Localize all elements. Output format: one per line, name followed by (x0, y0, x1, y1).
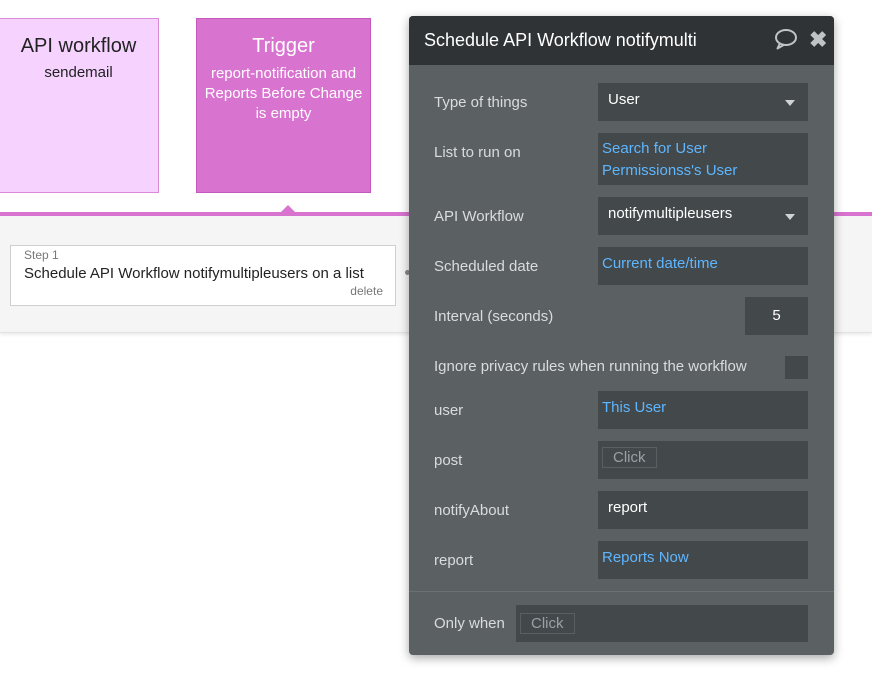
trigger-card[interactable]: Trigger report-notification and Reports … (196, 18, 371, 193)
delete-step-link[interactable]: delete (350, 284, 383, 298)
only-when-field[interactable]: Click (516, 605, 808, 642)
comment-icon[interactable] (774, 28, 798, 56)
step-description: Schedule API Workflow notifymultipleuser… (24, 265, 364, 282)
api-workflow-value: notifymultipleusers (608, 205, 733, 222)
band-notch (280, 205, 296, 213)
step-card[interactable]: Step 1 Schedule API Workflow notifymulti… (10, 245, 396, 306)
notify-about-label: notifyAbout (434, 502, 510, 519)
ignore-privacy-label: Ignore privacy rules when running the wo… (434, 358, 747, 375)
scheduled-date-field[interactable]: Current date/time (598, 247, 808, 285)
interval-label: Interval (seconds) (434, 308, 554, 325)
user-param-field[interactable]: This User (598, 391, 808, 429)
user-param-label: user (434, 402, 464, 419)
notify-about-field[interactable]: report (598, 491, 808, 529)
post-param-field[interactable]: Click (598, 441, 808, 479)
close-icon[interactable]: ✖ (809, 28, 827, 52)
panel-divider (409, 591, 834, 592)
api-workflow-name: sendemail (44, 64, 113, 81)
trigger-condition: report-notification and Reports Before C… (204, 65, 363, 122)
action-property-panel: Schedule API Workflow notifymultipleuser… (409, 16, 834, 655)
chevron-down-icon (785, 100, 795, 106)
post-click-placeholder[interactable]: Click (602, 447, 657, 468)
type-of-things-dropdown[interactable]: User (598, 83, 808, 121)
only-when-click-placeholder[interactable]: Click (520, 613, 575, 634)
step-number: Step 1 (24, 248, 59, 262)
type-of-things-label: Type of things (434, 94, 528, 111)
api-workflow-card[interactable]: API workflow sendemail (0, 18, 159, 193)
only-when-label: Only when (434, 615, 505, 632)
api-workflow-label: API Workflow (434, 208, 524, 225)
list-to-run-on-label: List to run on (434, 144, 521, 161)
panel-header: Schedule API Workflow notifymultipleuser… (409, 16, 834, 65)
post-param-label: post (434, 452, 463, 469)
panel-title: Schedule API Workflow notifymultipleuser… (424, 30, 696, 50)
chevron-down-icon (785, 214, 795, 220)
type-of-things-value: User (608, 91, 640, 108)
api-workflow-title: API workflow (20, 35, 137, 57)
report-param-label: report (434, 552, 474, 569)
report-param-field[interactable]: Reports Now (598, 541, 808, 579)
scheduled-date-label: Scheduled date (434, 258, 539, 275)
list-to-run-on-field[interactable]: Search for User Permissionss's User (598, 133, 808, 185)
interval-input[interactable]: 5 (745, 297, 808, 335)
api-workflow-dropdown[interactable]: notifymultipleusers (598, 197, 808, 235)
ignore-privacy-checkbox[interactable] (785, 356, 808, 379)
trigger-title: Trigger (252, 35, 315, 57)
